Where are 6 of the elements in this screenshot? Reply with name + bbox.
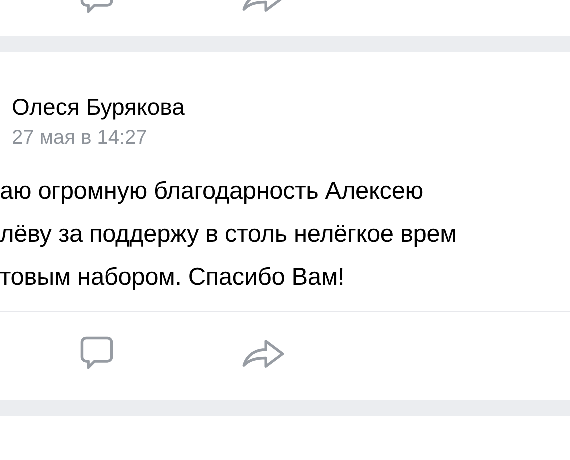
author-name[interactable]: Олеся Бурякова: [0, 92, 570, 122]
post-text: товым набором. Спасибо Вам!: [0, 263, 346, 293]
post-date: 27 мая в 14:27: [11, 126, 148, 151]
comment-icon[interactable]: [78, 334, 116, 372]
post-text: аю огромную благодарность Алексею: [0, 177, 424, 207]
post-text: лёву за поддержу в столь нелёгкое врем: [0, 220, 458, 250]
